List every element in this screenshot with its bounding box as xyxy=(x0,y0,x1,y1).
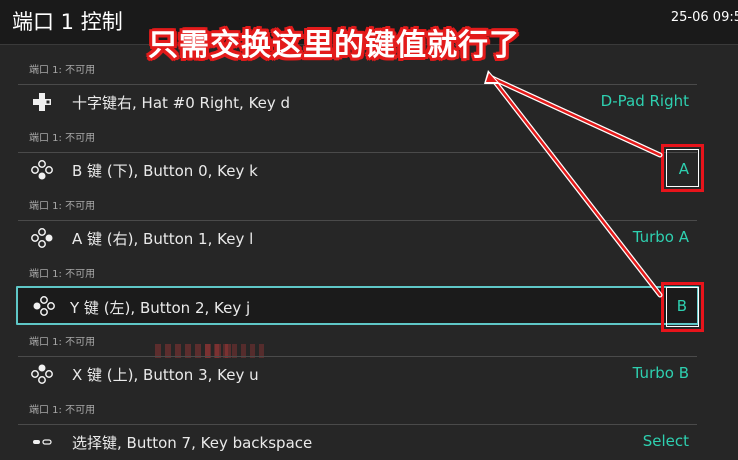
page-title: 端口 1 控制 xyxy=(12,10,123,34)
list-item-x-button[interactable]: X 键 (上), Button 3, Key u Turbo B xyxy=(18,356,697,390)
face-buttons-right-icon xyxy=(30,228,54,248)
annotation-callout: 只需交换这里的键值就行了 xyxy=(148,28,520,63)
list-item-y-button[interactable]: Y 键 (左), Button 2, Key j B xyxy=(16,286,699,325)
list-item-label: X 键 (上), Button 3, Key u xyxy=(72,366,259,384)
list-item-a-button[interactable]: A 键 (右), Button 1, Key l Turbo A xyxy=(18,220,697,254)
list-item-label: 选择键, Button 7, Key backspace xyxy=(72,434,313,452)
list-item-value: D-Pad Right xyxy=(600,92,689,110)
dpad-icon xyxy=(30,92,54,112)
face-buttons-bottom-icon xyxy=(30,160,54,180)
list-item-value: Turbo A xyxy=(632,228,689,246)
annotation-highlight-box xyxy=(661,282,704,332)
port-status: 端口 1: 不可用 xyxy=(29,133,96,144)
list-item-label: A 键 (右), Button 1, Key l xyxy=(72,230,254,248)
port-status: 端口 1: 不可用 xyxy=(29,201,96,212)
face-buttons-left-icon xyxy=(32,296,56,316)
list-item-value: Select xyxy=(642,432,689,450)
list-item-label: Y 键 (左), Button 2, Key j xyxy=(70,299,251,317)
port-status: 端口 1: 不可用 xyxy=(29,337,96,348)
list-item-select-button[interactable]: 选择键, Button 7, Key backspace Select xyxy=(18,424,697,458)
list-item-dpad-right[interactable]: 十字键右, Hat #0 Right, Key d D-Pad Right xyxy=(18,84,697,118)
port-status: 端口 1: 不可用 xyxy=(29,269,96,280)
list-item-b-button[interactable]: B 键 (下), Button 0, Key k A xyxy=(18,152,697,186)
port-status: 端口 1: 不可用 xyxy=(29,65,96,76)
list-item-label: B 键 (下), Button 0, Key k xyxy=(72,162,258,180)
face-buttons-top-icon xyxy=(30,364,54,384)
list-item-label: 十字键右, Hat #0 Right, Key d xyxy=(72,94,291,112)
annotation-highlight-box xyxy=(661,144,704,192)
list-item-value: Turbo B xyxy=(632,364,689,382)
clock: 25-06 09:5 xyxy=(670,10,738,25)
select-button-icon xyxy=(30,432,54,452)
port-status: 端口 1: 不可用 xyxy=(29,405,96,416)
